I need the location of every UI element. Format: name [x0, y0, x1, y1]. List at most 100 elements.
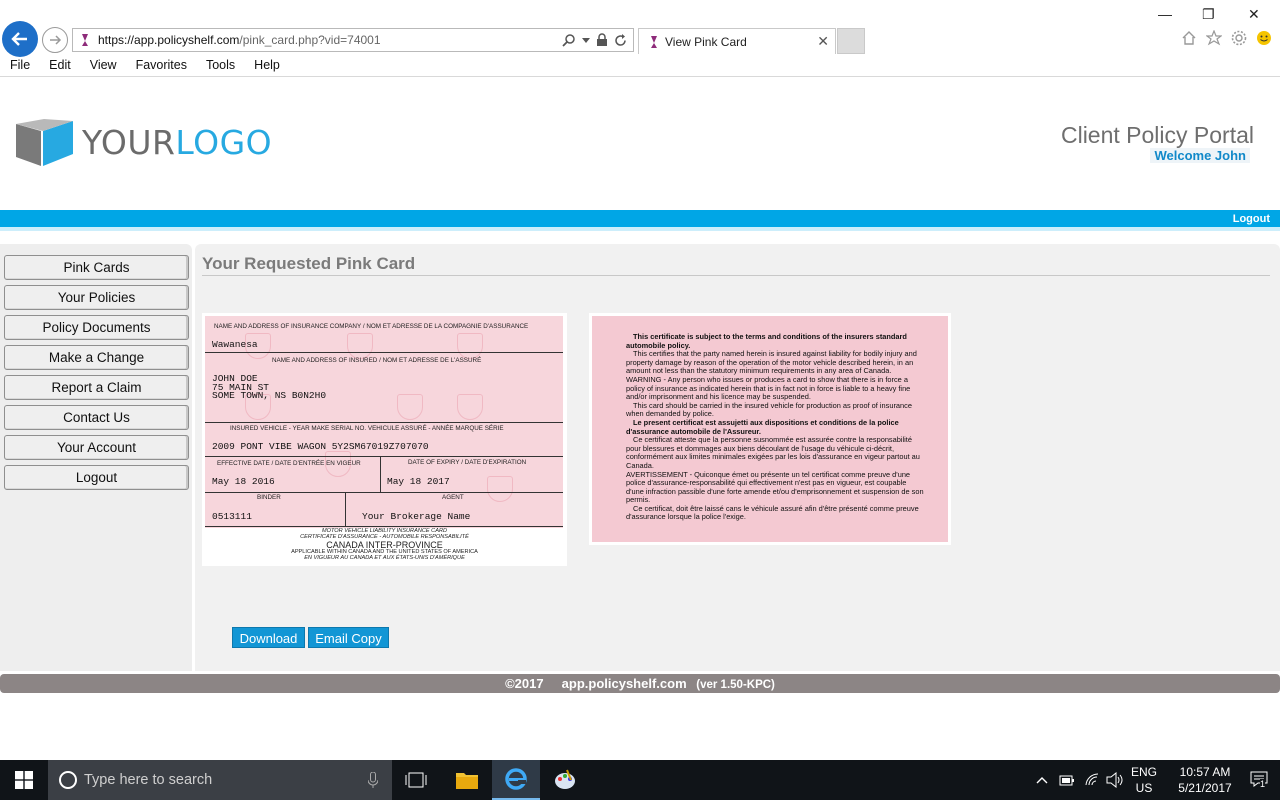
notification-count: 1 — [1260, 779, 1266, 789]
page-footer: ©2017 app.policyshelf.com (ver 1.50-KPC) — [0, 674, 1280, 693]
arrow-right-icon — [50, 35, 62, 45]
card-back-p2: This certifies that the party named here… — [626, 349, 917, 376]
page-content: YOURLOGO Client Policy Portal Welcome Jo… — [0, 77, 1280, 760]
wifi-icon[interactable] — [1084, 772, 1100, 788]
system-clock[interactable]: 10:57 AM 5/21/2017 — [1170, 764, 1240, 796]
expiry-date-label: DATE OF EXPIRY / DATE D'EXPIRATION — [408, 459, 527, 466]
refresh-icon[interactable] — [614, 33, 627, 47]
card-back-p5: Le present certificat est assujetti aux … — [626, 417, 899, 436]
window-close-icon[interactable]: ✕ — [1248, 6, 1260, 23]
pink-card-back: This certificate is subject to the terms… — [589, 313, 951, 545]
vehicle-value: 2009 PONT VIBE WAGON 5Y2SM67019Z707070 — [212, 441, 429, 452]
home-icon[interactable] — [1181, 30, 1197, 46]
footer-version: (ver 1.50-KPC) — [696, 679, 775, 691]
arrow-left-icon — [11, 32, 27, 46]
agent-value: Your Brokerage Name — [362, 511, 471, 522]
menu-bar: File Edit View Favorites Tools Help — [0, 56, 289, 76]
logo-text: YOURLOGO — [82, 123, 273, 162]
url-text: https://app.policyshelf.com/pink_card.ph… — [98, 33, 381, 47]
sidebar-item-make-a-change[interactable]: Make a Change — [4, 345, 189, 370]
logo-cube-icon — [16, 119, 73, 166]
expiry-date-value: May 18 2017 — [387, 476, 450, 487]
card-back-p7: AVERTISSEMENT - Quiconque émet ou présen… — [626, 469, 924, 505]
language-indicator[interactable]: ENG US — [1130, 764, 1158, 796]
header-logout-link[interactable]: Logout — [1233, 213, 1270, 225]
task-view-icon — [405, 772, 427, 788]
sidebar-item-pink-cards[interactable]: Pink Cards — [4, 255, 189, 280]
title-divider — [202, 275, 1270, 276]
effective-date-value: May 18 2016 — [212, 476, 275, 487]
footer-site: app.policyshelf.com — [561, 676, 687, 691]
agent-label: AGENT — [442, 494, 464, 501]
action-center-button[interactable]: 1 — [1250, 771, 1268, 789]
card-back-p4: This card should be carried in the insur… — [626, 400, 912, 419]
insured-label: NAME AND ADDRESS OF INSURED / NOM ET ADR… — [272, 357, 482, 364]
sidebar-item-logout[interactable]: Logout — [4, 465, 189, 490]
microphone-icon[interactable] — [368, 772, 378, 788]
address-bar[interactable]: https://app.policyshelf.com/pink_card.ph… — [72, 28, 634, 52]
crest-icon — [457, 394, 483, 420]
language-code: ENG — [1130, 765, 1157, 779]
start-button[interactable] — [0, 760, 48, 800]
crest-icon — [487, 476, 513, 502]
gear-icon[interactable] — [1231, 30, 1247, 46]
effective-date-label: EFFECTIVE DATE / DATE D'ENTRÉE EN VIGEUR — [217, 460, 361, 467]
favorites-star-icon[interactable] — [1206, 30, 1222, 46]
back-button[interactable] — [2, 21, 38, 57]
sidebar-item-your-policies[interactable]: Your Policies — [4, 285, 189, 310]
minimize-icon[interactable]: — — [1158, 6, 1172, 22]
insurer-label: NAME AND ADDRESS OF INSURANCE COMPANY / … — [214, 323, 529, 330]
notification-icon — [1250, 771, 1268, 787]
download-button[interactable]: Download — [232, 627, 305, 648]
file-explorer-button[interactable] — [443, 760, 491, 800]
paint-palette-icon — [555, 769, 575, 789]
sidebar: Pink Cards Your Policies Policy Document… — [0, 244, 192, 671]
browser-chrome: https://app.policyshelf.com/pink_card.ph… — [0, 0, 1280, 77]
speaker-volume-icon[interactable] — [1106, 772, 1124, 788]
menu-tools[interactable]: Tools — [196, 56, 244, 76]
main-panel: Your Requested Pink Card NAME AND ADDRES… — [195, 244, 1280, 671]
sidebar-item-report-a-claim[interactable]: Report a Claim — [4, 375, 189, 400]
vehicle-label: INSURED VEHICLE - YEAR MAKE SERIAL NO. V… — [230, 425, 504, 432]
chevron-down-icon[interactable] — [582, 36, 590, 44]
battery-icon[interactable] — [1059, 773, 1075, 787]
pink-card-front: NAME AND ADDRESS OF INSURANCE COMPANY / … — [202, 313, 567, 566]
menu-edit[interactable]: Edit — [39, 56, 80, 76]
search-placeholder: Type here to search — [84, 772, 213, 788]
crest-icon — [457, 333, 483, 359]
new-tab-button[interactable] — [837, 28, 865, 54]
forward-button[interactable] — [42, 27, 68, 53]
internet-explorer-button[interactable] — [492, 760, 540, 800]
sidebar-item-policy-documents[interactable]: Policy Documents — [4, 315, 189, 340]
company-logo[interactable]: YOURLOGO — [16, 119, 272, 166]
sidebar-item-contact-us[interactable]: Contact Us — [4, 405, 189, 430]
menu-view[interactable]: View — [80, 56, 126, 76]
smiley-feedback-icon[interactable] — [1256, 30, 1272, 46]
show-hidden-icons-chevron-icon[interactable] — [1036, 775, 1048, 785]
close-tab-icon[interactable]: ✕ — [817, 33, 829, 50]
menu-file[interactable]: File — [0, 56, 39, 76]
windows-logo-icon — [15, 771, 33, 789]
insurer-value: Wawanesa — [212, 339, 258, 350]
sidebar-item-your-account[interactable]: Your Account — [4, 435, 189, 460]
internet-explorer-icon — [505, 768, 527, 790]
crest-icon — [347, 333, 373, 359]
card-back-p6: Ce certificat atteste que la personne su… — [626, 435, 920, 470]
email-copy-button[interactable]: Email Copy — [308, 627, 389, 648]
task-view-button[interactable] — [392, 760, 440, 800]
lock-icon[interactable] — [596, 33, 608, 47]
site-favicon-icon — [82, 34, 88, 46]
card-footer-line5: EN VIGUEUR AU CANADA ET AUX ÉTATS-UNIS D… — [304, 555, 465, 561]
restore-icon[interactable]: ❐ — [1202, 6, 1215, 23]
card-back-p8: Ce certificat, doit être laissé cans le … — [626, 503, 919, 522]
paint-app-button[interactable] — [541, 760, 589, 800]
footer-copyright: ©2017 — [505, 676, 544, 691]
windows-taskbar: Type here to search ENG US 10:57 AM 5/21… — [0, 760, 1280, 800]
browser-tab[interactable]: View Pink Card ✕ — [638, 28, 836, 54]
card-back-p3: WARNING - Any person who issues or produ… — [626, 374, 911, 402]
menu-favorites[interactable]: Favorites — [126, 56, 196, 76]
tab-favicon-icon — [651, 36, 657, 48]
search-icon[interactable] — [562, 33, 576, 47]
menu-help[interactable]: Help — [244, 56, 289, 76]
taskbar-search-box[interactable]: Type here to search — [48, 760, 392, 800]
